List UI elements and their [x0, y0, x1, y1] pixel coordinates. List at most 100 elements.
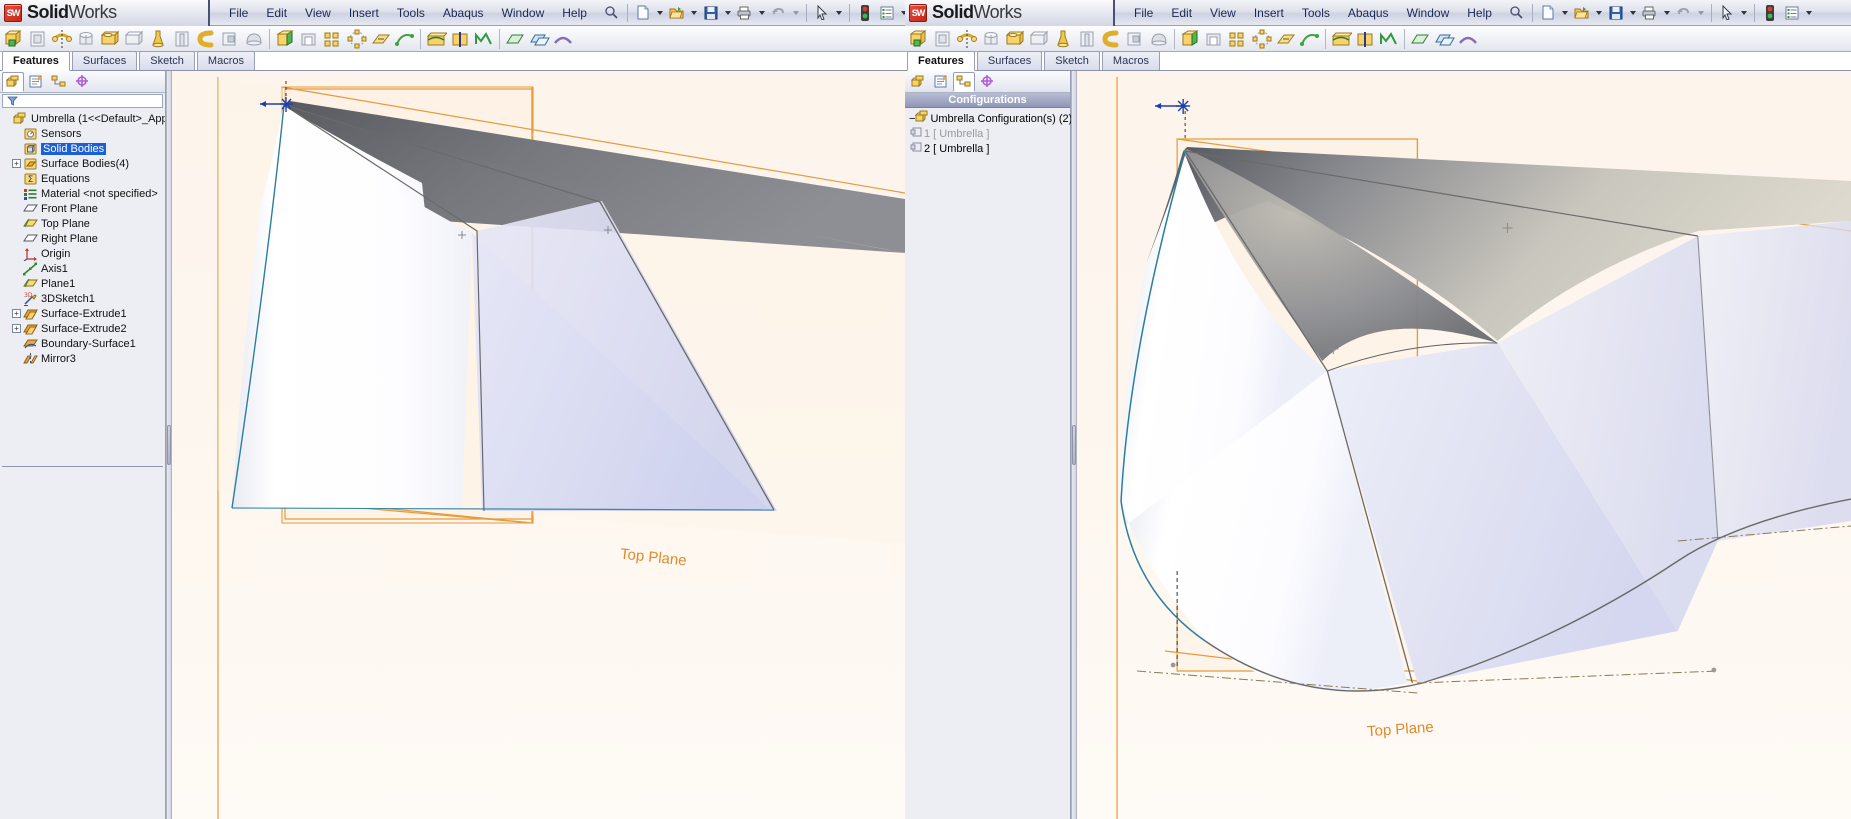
chevron-down-icon[interactable] — [656, 10, 663, 15]
feature-tree-node[interactable]: Umbrella (1<<Default>_Appearan — [0, 111, 165, 126]
split-icon[interactable] — [1353, 27, 1377, 51]
feature-tree-node[interactable]: + Surface-Extrude2 — [0, 321, 165, 336]
extruded-cut-icon[interactable] — [1003, 27, 1027, 51]
print-icon[interactable] — [1640, 3, 1660, 23]
property-manager-tab[interactable] — [930, 72, 952, 92]
expand-icon[interactable]: + — [12, 324, 21, 333]
feature-tree-node[interactable]: Mirror3 — [0, 351, 165, 366]
revolved-cut-icon[interactable] — [122, 27, 146, 51]
move-face-icon[interactable] — [1377, 27, 1401, 51]
feature-tree-node[interactable]: Sensors — [0, 126, 165, 141]
menu-item-view[interactable]: View — [1201, 3, 1245, 23]
new-document-icon[interactable] — [1538, 3, 1558, 23]
tab-surfaces[interactable]: Surfaces — [71, 51, 138, 70]
swept-boss-icon[interactable] — [50, 27, 74, 51]
tab-features[interactable]: Features — [907, 51, 975, 71]
instant3d-icon[interactable] — [1329, 27, 1353, 51]
shell-icon[interactable] — [1202, 27, 1226, 51]
save-icon[interactable] — [701, 3, 721, 23]
split-icon[interactable] — [448, 27, 472, 51]
feature-tree-node[interactable]: Boundary-Surface1 — [0, 336, 165, 351]
chevron-down-icon[interactable] — [758, 10, 765, 15]
search-icon[interactable] — [1507, 3, 1527, 23]
rib-icon[interactable] — [1123, 27, 1147, 51]
configuration-manager-tab[interactable] — [953, 71, 975, 92]
save-icon[interactable] — [1606, 3, 1626, 23]
move-face-icon[interactable] — [472, 27, 496, 51]
swept-boss-icon[interactable] — [955, 27, 979, 51]
feature-manager-tab[interactable] — [2, 71, 24, 92]
planar-surface-icon[interactable] — [503, 27, 527, 51]
menu-item-tools[interactable]: Tools — [1293, 3, 1339, 23]
fillet-icon[interactable] — [1099, 27, 1123, 51]
dome-icon[interactable] — [1147, 27, 1171, 51]
tab-macros[interactable]: Macros — [196, 51, 255, 70]
reference-geometry-icon[interactable] — [369, 27, 393, 51]
linear-pattern-icon[interactable] — [1226, 27, 1250, 51]
tab-macros[interactable]: Macros — [1101, 51, 1160, 70]
tab-sketch[interactable]: Sketch — [139, 51, 195, 70]
graphics-area-left[interactable]: Top Plane — [172, 71, 905, 819]
revolved-cut-icon[interactable] — [1027, 27, 1051, 51]
menu-item-abaqus[interactable]: Abaqus — [434, 3, 493, 23]
menu-item-window[interactable]: Window — [1398, 3, 1459, 23]
chevron-down-icon[interactable] — [724, 10, 731, 15]
menu-item-edit[interactable]: Edit — [257, 3, 296, 23]
feature-tree-node[interactable]: Top Plane — [0, 216, 165, 231]
swept-cut-icon[interactable] — [146, 27, 170, 51]
circular-pattern-icon[interactable] — [345, 27, 369, 51]
splitter-grip[interactable] — [1072, 425, 1076, 465]
menu-item-view[interactable]: View — [296, 3, 340, 23]
tree-filter-input[interactable] — [2, 94, 163, 108]
instant3d-icon[interactable] — [424, 27, 448, 51]
menu-item-abaqus[interactable]: Abaqus — [1339, 3, 1398, 23]
reference-geometry-icon[interactable] — [1274, 27, 1298, 51]
curves-icon[interactable] — [393, 27, 417, 51]
undo-icon[interactable] — [1674, 3, 1694, 23]
expand-icon[interactable]: + — [12, 159, 21, 168]
menu-item-window[interactable]: Window — [493, 3, 554, 23]
feature-tree-node[interactable]: Σ Equations — [0, 171, 165, 186]
print-icon[interactable] — [735, 3, 755, 23]
search-icon[interactable] — [602, 3, 622, 23]
chevron-down-icon[interactable] — [1663, 10, 1670, 15]
rebuild-icon[interactable] — [1760, 3, 1780, 23]
select-arrow-icon[interactable] — [1717, 3, 1737, 23]
shell-icon[interactable] — [297, 27, 321, 51]
chevron-down-icon[interactable] — [1740, 10, 1747, 15]
options-icon[interactable] — [877, 3, 897, 23]
menu-item-help[interactable]: Help — [1458, 3, 1501, 23]
lofted-cut-icon[interactable] — [1075, 27, 1099, 51]
tab-features[interactable]: Features — [2, 51, 70, 71]
feature-tree[interactable]: Umbrella (1<<Default>_Appearan Sensors Sol… — [0, 108, 165, 463]
planar-surface-icon[interactable] — [1408, 27, 1432, 51]
knit-surface-icon[interactable] — [1456, 27, 1480, 51]
graphics-area-right[interactable]: Top Plane — [1077, 71, 1851, 819]
chevron-down-icon[interactable] — [690, 10, 697, 15]
fillet-icon[interactable] — [194, 27, 218, 51]
offset-surface-icon[interactable] — [1432, 27, 1456, 51]
offset-surface-icon[interactable] — [527, 27, 551, 51]
splitter-grip[interactable] — [167, 425, 171, 465]
extruded-cut-icon[interactable] — [98, 27, 122, 51]
revolved-boss-icon[interactable] — [931, 27, 955, 51]
expand-icon[interactable]: + — [12, 309, 21, 318]
select-arrow-icon[interactable] — [812, 3, 832, 23]
feature-tree-node[interactable]: 3D 3DSketch1 — [0, 291, 165, 306]
extruded-boss-icon[interactable] — [907, 27, 931, 51]
circular-pattern-icon[interactable] — [1250, 27, 1274, 51]
feature-tree-node[interactable]: Solid Bodies — [0, 141, 165, 156]
feature-tree-node[interactable]: Material <not specified> — [0, 186, 165, 201]
configuration-manager-tab[interactable] — [48, 72, 70, 92]
menu-item-tools[interactable]: Tools — [388, 3, 434, 23]
config-node[interactable]: − Umbrella Configuration(s) (2) — [905, 110, 1072, 126]
knit-surface-icon[interactable] — [551, 27, 575, 51]
chevron-down-icon[interactable] — [1595, 10, 1602, 15]
menu-item-file[interactable]: File — [220, 3, 257, 23]
revolved-boss-icon[interactable] — [26, 27, 50, 51]
swept-cut-icon[interactable] — [1051, 27, 1075, 51]
open-document-icon[interactable] — [1572, 3, 1592, 23]
chevron-down-icon[interactable] — [1805, 10, 1812, 15]
menu-item-insert[interactable]: Insert — [340, 3, 388, 23]
linear-pattern-icon[interactable] — [321, 27, 345, 51]
